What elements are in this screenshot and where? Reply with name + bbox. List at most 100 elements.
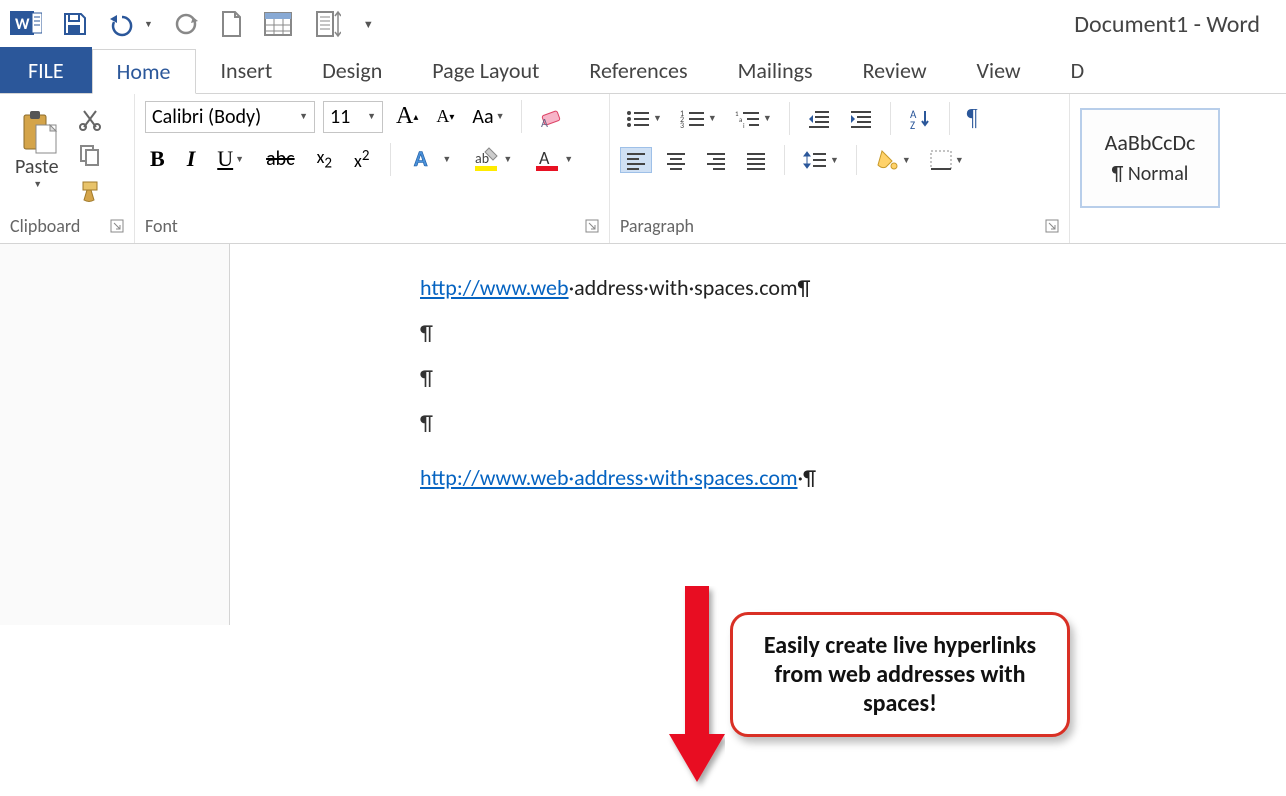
tab-view[interactable]: View — [952, 48, 1046, 93]
tab-mailings[interactable]: Mailings — [713, 48, 838, 93]
copy-button[interactable] — [72, 140, 108, 170]
font-color-icon: A — [534, 146, 562, 172]
workspace: http://www.web·address·with·spaces.com¶ … — [0, 244, 1286, 625]
copy-icon — [78, 143, 102, 167]
strikethrough-button[interactable]: abc — [261, 144, 300, 174]
customize-qat-icon[interactable]: ▼ — [357, 14, 378, 35]
save-icon[interactable] — [58, 7, 92, 41]
font-size-combo[interactable]: 11▼ — [323, 101, 383, 133]
show-hide-button[interactable]: ¶ — [962, 102, 983, 135]
sort-icon: AZ — [908, 107, 932, 131]
align-left-icon — [625, 150, 647, 170]
numbering-button[interactable]: 123▼ — [675, 105, 722, 133]
tab-page-layout[interactable]: Page Layout — [407, 48, 564, 93]
align-center-icon — [665, 150, 687, 170]
line-spacing-button[interactable]: ▼ — [797, 146, 844, 174]
clipboard-launcher-icon[interactable] — [110, 219, 124, 233]
font-launcher-icon[interactable] — [585, 219, 599, 233]
table-icon[interactable] — [259, 7, 297, 41]
sort-button[interactable]: AZ — [903, 104, 937, 134]
doc-line-1: http://www.web·address·with·spaces.com¶ — [420, 274, 1286, 301]
shading-button[interactable]: ▼ — [869, 145, 916, 175]
shading-icon — [874, 148, 900, 172]
ribbon-tab-row: FILE Home Insert Design Page Layout Refe… — [0, 48, 1286, 94]
bullets-icon — [625, 108, 651, 130]
font-group-label: Font — [145, 215, 178, 237]
window-title: Document1 - Word — [1074, 10, 1260, 39]
redo-button[interactable] — [169, 7, 203, 41]
align-right-button[interactable] — [700, 147, 732, 173]
subscript-button[interactable]: x2 — [312, 143, 337, 176]
svg-text:a: a — [739, 115, 742, 124]
paragraph-launcher-icon[interactable] — [1045, 219, 1059, 233]
style-normal[interactable]: AaBbCcDc ¶ Normal — [1080, 108, 1220, 208]
paintbrush-icon — [77, 179, 103, 205]
plain-text: ·address·with·spaces.com¶ — [569, 274, 811, 301]
superscript-button[interactable]: x2 — [349, 144, 374, 175]
borders-button[interactable]: ▼ — [924, 146, 969, 174]
paragraph-spacing-icon[interactable] — [309, 6, 345, 42]
text-effects-icon: A — [412, 146, 440, 172]
justify-button[interactable] — [740, 147, 772, 173]
font-name-combo[interactable]: Calibri (Body)▼ — [145, 101, 315, 133]
clear-formatting-button[interactable]: A — [534, 102, 570, 132]
ribbon: Paste ▼ Clipboard Calibri (Body)▼ 11▼ A▴ — [0, 94, 1286, 244]
increase-indent-button[interactable] — [844, 105, 878, 133]
tab-file[interactable]: FILE — [0, 47, 92, 93]
borders-icon — [929, 149, 953, 171]
new-document-icon[interactable] — [215, 6, 247, 42]
svg-text:A: A — [541, 117, 548, 129]
underline-button[interactable]: U▼ — [212, 143, 249, 175]
change-case-button[interactable]: Aa▼ — [467, 102, 509, 132]
callout-text: Easily create live hyperlinks from web a… — [730, 612, 1070, 737]
format-painter-button[interactable] — [72, 176, 108, 208]
doc-empty-paragraph: ¶ — [420, 364, 1286, 391]
decrease-indent-icon — [807, 108, 831, 130]
tab-references[interactable]: References — [564, 48, 712, 93]
quick-access-toolbar: W ▼ ▼ Document1 - Word — [0, 0, 1286, 48]
tab-home[interactable]: Home — [92, 49, 196, 94]
hyperlink-partial[interactable]: http://www.web — [420, 274, 569, 301]
tab-design[interactable]: Design — [297, 48, 407, 93]
svg-text:A: A — [414, 146, 428, 172]
tab-truncated[interactable]: D — [1046, 48, 1110, 93]
font-color-button[interactable]: A▼ — [529, 143, 578, 175]
cut-button[interactable] — [72, 104, 108, 134]
doc-line-5: http://www.web·address·with·spaces.com·¶ — [420, 464, 1286, 491]
svg-text:A: A — [539, 147, 550, 169]
align-right-icon — [705, 150, 727, 170]
tab-review[interactable]: Review — [838, 48, 952, 93]
shrink-font-button[interactable]: A▾ — [431, 103, 459, 130]
style-name-text: ¶ Normal — [1092, 162, 1208, 186]
callout-annotation: Easily create live hyperlinks from web a… — [730, 612, 1070, 737]
eraser-icon: A — [539, 105, 565, 129]
tab-insert[interactable]: Insert — [196, 48, 298, 93]
highlight-button[interactable]: ab▼ — [468, 143, 517, 175]
undo-button[interactable]: ▼ — [104, 7, 157, 41]
align-center-button[interactable] — [660, 147, 692, 173]
doc-empty-paragraph: ¶ — [420, 319, 1286, 346]
doc-empty-paragraph: ¶ — [420, 409, 1286, 436]
document-page[interactable]: http://www.web·address·with·spaces.com¶ … — [230, 244, 1286, 625]
multilevel-icon: 1ai — [735, 108, 761, 130]
paragraph-group-label: Paragraph — [620, 215, 694, 237]
italic-button[interactable]: I — [182, 143, 201, 175]
bullets-button[interactable]: ▼ — [620, 105, 667, 133]
word-app-icon[interactable]: W — [6, 5, 46, 43]
paste-button[interactable]: Paste ▼ — [10, 100, 64, 196]
justify-icon — [745, 150, 767, 170]
grow-font-button[interactable]: A▴ — [391, 100, 423, 133]
bold-button[interactable]: B — [145, 143, 170, 175]
multilevel-list-button[interactable]: 1ai▼ — [730, 105, 777, 133]
svg-text:Z: Z — [910, 119, 915, 131]
left-gutter — [0, 244, 230, 625]
text-effects-button[interactable]: A▼ — [407, 143, 456, 175]
svg-text:i: i — [743, 121, 745, 130]
hyperlink-full[interactable]: http://www.web·address·with·spaces.com — [420, 464, 798, 491]
scissors-icon — [78, 107, 102, 131]
decrease-indent-button[interactable] — [802, 105, 836, 133]
svg-text:3: 3 — [680, 121, 684, 130]
align-left-button[interactable] — [620, 147, 652, 173]
svg-text:W: W — [15, 15, 30, 34]
increase-indent-icon — [849, 108, 873, 130]
